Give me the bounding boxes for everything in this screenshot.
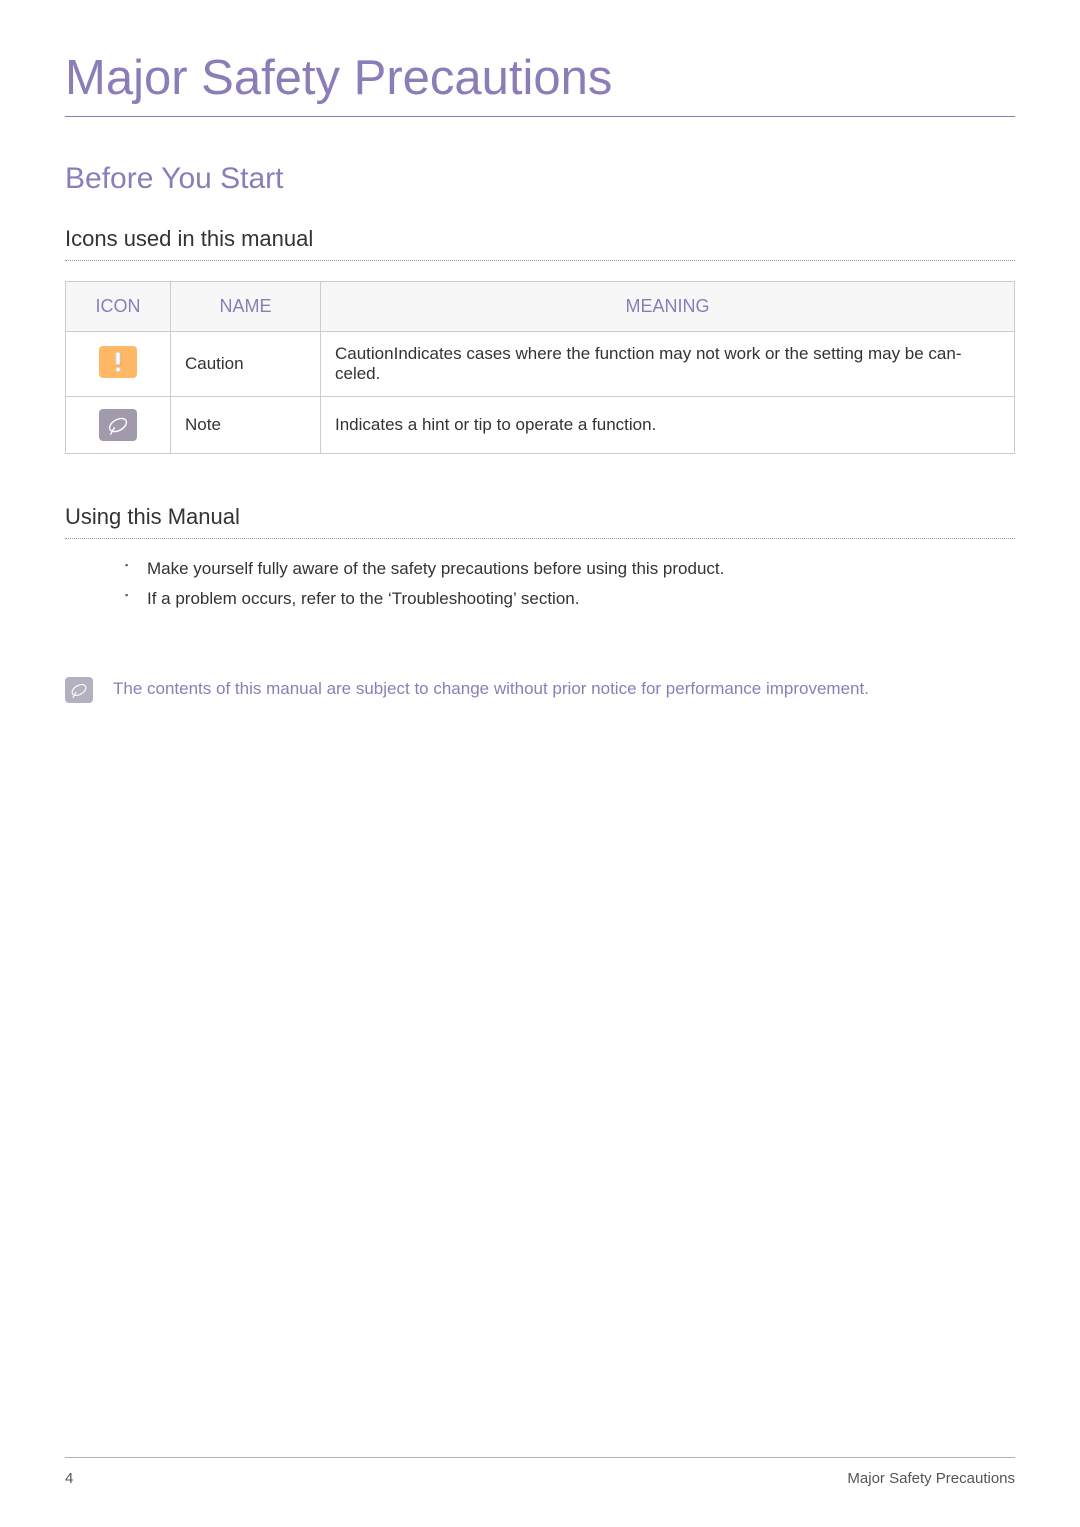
- list-item: Make yourself fully aware of the safety …: [125, 559, 1015, 579]
- table-header-meaning: MEANING: [321, 282, 1015, 332]
- table-row: Note Indicates a hint or tip to operate …: [66, 397, 1015, 454]
- caution-icon: [99, 346, 137, 378]
- row-meaning: CautionIndicates cases where the functio…: [321, 332, 1015, 397]
- row-name: Note: [171, 397, 321, 454]
- note-icon: [65, 677, 93, 703]
- note-icon: [99, 409, 137, 441]
- icons-table: ICON NAME MEANING Caution CautionIndicat…: [65, 281, 1015, 454]
- section-before-you-start: Before You Start: [65, 162, 1015, 196]
- list-item: If a problem occurs, refer to the ‘Troub…: [125, 589, 1015, 609]
- note-callout-text: The contents of this manual are subject …: [113, 679, 869, 699]
- page-title: Major Safety Precautions: [65, 50, 1015, 117]
- table-header-icon: ICON: [66, 282, 171, 332]
- page-footer: 4 Major Safety Precautions: [65, 1457, 1015, 1487]
- note-callout: The contents of this manual are subject …: [65, 679, 1015, 703]
- using-manual-list: Make yourself fully aware of the safety …: [65, 559, 1015, 609]
- footer-section-label: Major Safety Precautions: [847, 1470, 1015, 1487]
- row-name: Caution: [171, 332, 321, 397]
- table-header-name: NAME: [171, 282, 321, 332]
- subsection-icons-used: Icons used in this manual: [65, 226, 1015, 261]
- subsection-using-manual: Using this Manual: [65, 504, 1015, 539]
- row-meaning: Indicates a hint or tip to operate a fun…: [321, 397, 1015, 454]
- table-row: Caution CautionIndicates cases where the…: [66, 332, 1015, 397]
- page-number: 4: [65, 1470, 73, 1487]
